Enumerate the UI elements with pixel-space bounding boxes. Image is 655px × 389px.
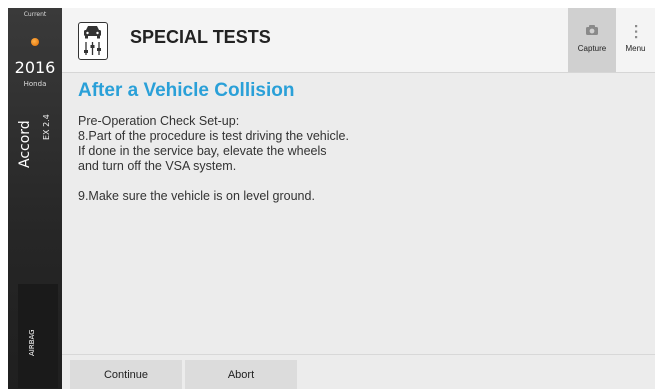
instructions-text: Pre-Operation Check Set-up: 8.Part of th… — [78, 114, 638, 204]
instruction-line: 8.Part of the procedure is test driving … — [78, 129, 349, 143]
main-content: After a Vehicle Collision Pre-Operation … — [78, 80, 638, 204]
status-dot-icon — [31, 38, 39, 46]
system-label: AIRBAG — [28, 329, 36, 356]
footer-divider — [62, 354, 655, 355]
camera-icon — [568, 24, 616, 42]
vehicle-make: Honda — [23, 80, 47, 88]
abort-button[interactable]: Abort — [185, 360, 297, 389]
instruction-line: Pre-Operation Check Set-up: — [78, 114, 240, 128]
app-window: Current 2016 Honda Accord EX 2.4 AIRBAG — [8, 8, 655, 389]
instruction-line — [78, 174, 638, 189]
procedure-heading: After a Vehicle Collision — [78, 80, 295, 101]
capture-button[interactable]: Capture — [568, 8, 616, 72]
continue-button[interactable]: Continue — [70, 360, 182, 389]
instruction-line: If done in the service bay, elevate the … — [78, 144, 327, 158]
menu-label: Menu — [625, 44, 646, 53]
current-label: Current — [23, 11, 47, 18]
header-bar: SPECIAL TESTS Capture Menu — [62, 8, 655, 73]
vehicle-trim: EX 2.4 — [42, 114, 51, 140]
capture-label: Capture — [577, 44, 607, 53]
instruction-line: 9.Make sure the vehicle is on level grou… — [78, 189, 315, 203]
vehicle-model: Accord — [17, 120, 33, 168]
menu-button[interactable]: Menu — [616, 8, 655, 72]
vehicle-year: 2016 — [14, 58, 56, 77]
instruction-line: and turn off the VSA system. — [78, 159, 237, 173]
vertical-dots-icon — [616, 24, 655, 42]
vehicle-sidebar: Current 2016 Honda Accord EX 2.4 AIRBAG — [8, 8, 62, 389]
system-tab — [18, 284, 58, 388]
page-title: SPECIAL TESTS — [130, 27, 271, 47]
car-settings-icon — [78, 22, 108, 60]
